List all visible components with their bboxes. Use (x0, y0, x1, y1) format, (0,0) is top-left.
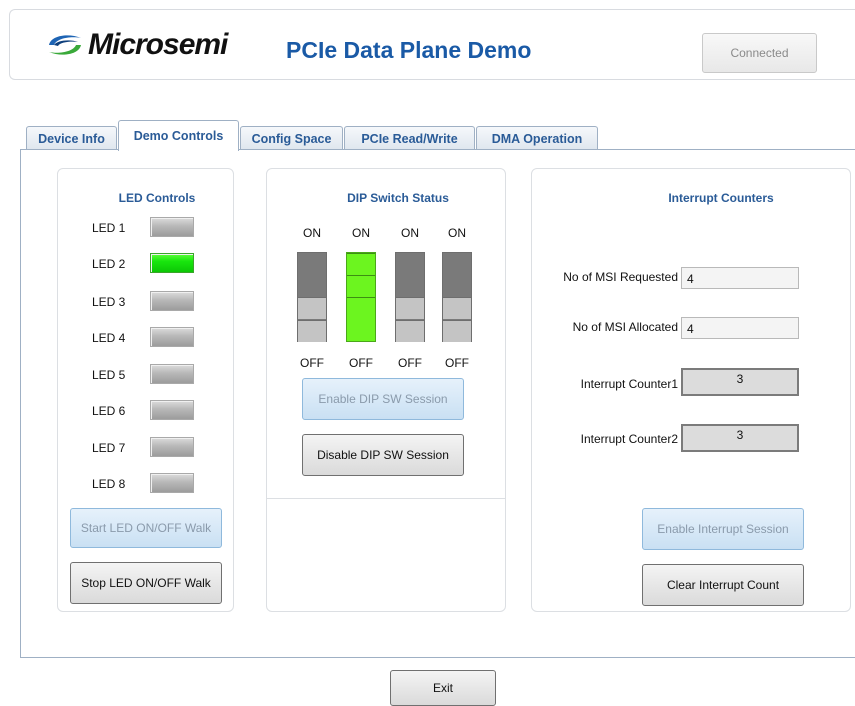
led-label: LED 8 (92, 477, 126, 491)
msi-allocated-label: No of MSI Allocated (572, 320, 678, 334)
dip-off-label: OFF (398, 356, 422, 370)
dip-segment (396, 297, 424, 319)
clear-interrupt-count-button[interactable]: Clear Interrupt Count (642, 564, 804, 606)
logo-text: Microsemi (88, 28, 228, 61)
tab-pcie-read-write[interactable]: PCIe Read/Write (344, 126, 475, 150)
dip-segment (298, 297, 326, 319)
interrupt-counter1-value: 3 (681, 368, 799, 396)
dip-segment (396, 320, 424, 342)
dip-off-label: OFF (349, 356, 373, 370)
dip-off-label: OFF (300, 356, 324, 370)
dip-switch-title: DIP Switch Status (347, 191, 449, 205)
tab-device-info[interactable]: Device Info (26, 126, 117, 150)
connected-button[interactable]: Connected (702, 33, 817, 73)
tab-config-space[interactable]: Config Space (240, 126, 343, 150)
led-label: LED 2 (92, 257, 126, 271)
led-indicator-2[interactable] (150, 253, 194, 273)
tab-demo-controls[interactable]: Demo Controls (118, 120, 239, 151)
msi-requested-label: No of MSI Requested (563, 270, 678, 284)
led-label: LED 1 (92, 221, 126, 235)
dip-segment (443, 320, 471, 342)
microsemi-logo: Microsemi (45, 27, 228, 63)
dip-on-label: ON (448, 226, 466, 240)
led-label: LED 7 (92, 441, 126, 455)
led-label: LED 4 (92, 331, 126, 345)
led-indicator-8[interactable] (150, 473, 194, 493)
led-indicator-1[interactable] (150, 217, 194, 237)
dip-off-label: OFF (445, 356, 469, 370)
led-indicator-4[interactable] (150, 327, 194, 347)
enable-dip-session-button[interactable]: Enable DIP SW Session (302, 378, 464, 420)
led-indicator-3[interactable] (150, 291, 194, 311)
dip-switch-2[interactable] (346, 252, 376, 342)
led-label: LED 5 (92, 368, 126, 382)
dip-on-label: ON (303, 226, 321, 240)
dip-on-label: ON (352, 226, 370, 240)
disable-dip-session-button[interactable]: Disable DIP SW Session (302, 434, 464, 476)
led-indicator-7[interactable] (150, 437, 194, 457)
dip-segment (347, 253, 375, 275)
led-indicator-5[interactable] (150, 364, 194, 384)
dip-segment (347, 297, 375, 319)
led-indicator-6[interactable] (150, 400, 194, 420)
led-label: LED 3 (92, 295, 126, 309)
dip-segment (443, 297, 471, 319)
led-controls-title: LED Controls (118, 191, 196, 205)
start-led-walk-button[interactable]: Start LED ON/OFF Walk (70, 508, 222, 548)
stop-led-walk-button[interactable]: Stop LED ON/OFF Walk (70, 562, 222, 604)
msi-requested-field: 4 (681, 267, 799, 289)
interrupt-counter1-label: Interrupt Counter1 (580, 377, 678, 391)
app-title: PCIe Data Plane Demo (286, 37, 532, 63)
exit-button[interactable]: Exit (390, 670, 496, 706)
msi-allocated-field: 4 (681, 317, 799, 339)
dip-on-label: ON (401, 226, 419, 240)
dip-segment (298, 320, 326, 342)
dip-switch-1[interactable] (297, 252, 327, 342)
dip-switch-3[interactable] (395, 252, 425, 342)
led-label: LED 6 (92, 404, 126, 418)
interrupt-counter2-label: Interrupt Counter2 (580, 432, 678, 446)
tab-dma-operation[interactable]: DMA Operation (476, 126, 598, 150)
enable-interrupt-session-button[interactable]: Enable Interrupt Session (642, 508, 804, 550)
dip-panel-divider (266, 498, 506, 499)
interrupt-counter2-value: 3 (681, 424, 799, 452)
interrupt-counters-title: Interrupt Counters (668, 191, 774, 205)
dip-switch-4[interactable] (442, 252, 472, 342)
microsemi-swoosh-icon (49, 35, 81, 55)
dip-segment (347, 275, 375, 297)
